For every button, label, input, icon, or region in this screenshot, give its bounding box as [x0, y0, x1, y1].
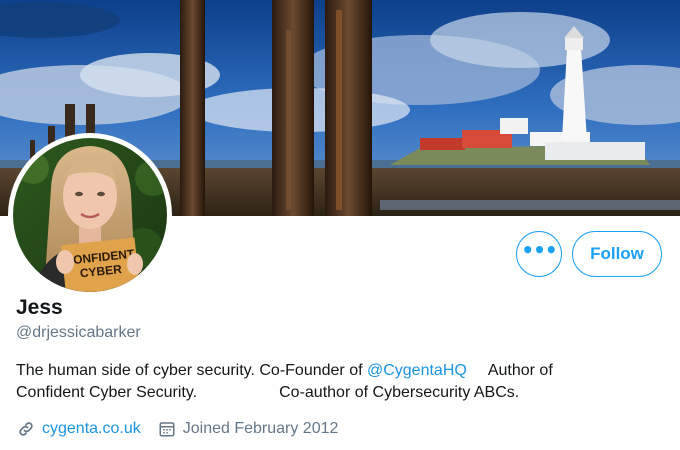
profile-meta: cygenta.co.uk Joined February 2012: [16, 419, 338, 439]
avatar-photo: CONFIDENT CYBER: [13, 138, 167, 292]
calendar-icon: [157, 419, 177, 439]
bio-mention-link[interactable]: @CygentaHQ: [367, 362, 467, 379]
more-dots-icon: •••: [521, 238, 557, 262]
bio-text-3: Confident Cyber Security.: [16, 384, 198, 401]
link-icon: [16, 419, 36, 439]
profile-handle: @drjessicabarker: [16, 324, 141, 341]
avatar[interactable]: CONFIDENT CYBER: [8, 133, 172, 297]
bio-text-2: Author of: [487, 362, 553, 379]
profile-name: Jess: [16, 296, 63, 319]
more-options-button[interactable]: •••: [516, 231, 562, 277]
profile-bio: The human side of cyber security. Co-Fou…: [16, 360, 656, 404]
bio-text-1: The human side of cyber security. Co-Fou…: [16, 362, 367, 379]
follow-button[interactable]: Follow: [572, 231, 662, 277]
joined-date: Joined February 2012: [182, 420, 339, 437]
website-link[interactable]: cygenta.co.uk: [42, 420, 141, 438]
bio-text-4: Co-author of Cybersecurity ABCs.: [279, 384, 520, 401]
